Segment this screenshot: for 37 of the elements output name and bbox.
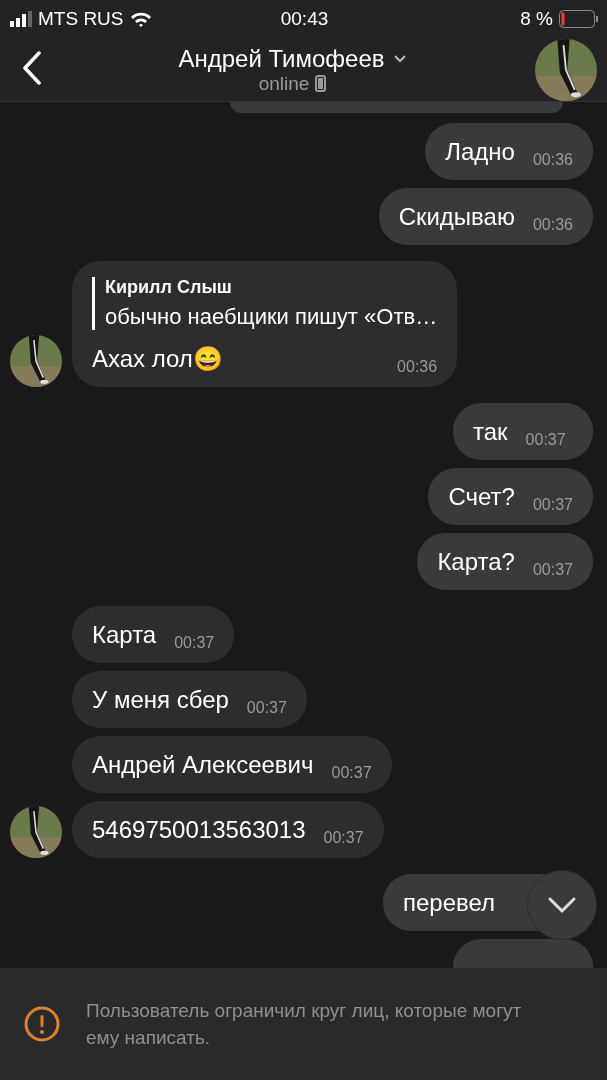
reply-author: Кирилл Слыш: [105, 277, 233, 298]
message-text: перевел: [403, 888, 496, 918]
wifi-icon: [129, 11, 152, 27]
message-text: Андрей Алексеевич: [92, 750, 314, 780]
message-text: Карта: [92, 620, 157, 650]
restriction-notice: Пользователь ограничил круг лиц, которые могут ему написать.: [86, 999, 523, 1050]
carrier-name: MTS RUS: [38, 8, 124, 30]
reply-text: обычно наебщики пишут «Отв…: [105, 304, 438, 330]
phone-icon: [315, 75, 327, 92]
message-time: 00:36: [532, 150, 573, 170]
battery-percent: 8 %: [520, 8, 553, 30]
battery-icon: [559, 10, 599, 28]
message-time: 00:37: [174, 633, 215, 653]
message-text: Ахах лол😄: [92, 344, 223, 374]
message-text: 5469750013563013: [92, 815, 306, 845]
clock-time: 00:43: [280, 8, 329, 30]
message-time: 00:37: [246, 698, 287, 718]
signal-icon: [10, 11, 32, 27]
contact-name[interactable]: Андрей Тимофеев: [178, 44, 385, 73]
message-text: Ладно: [445, 137, 515, 167]
message-time: 00:37: [331, 763, 372, 783]
back-icon: [22, 51, 42, 85]
message-time: 00:37: [323, 828, 364, 848]
message-text: У меня сбер: [92, 685, 229, 715]
message-time: 00:37: [532, 495, 573, 515]
message-time: 00:37: [525, 430, 566, 450]
message-time: 00:36: [397, 357, 438, 377]
message-text: Карта?: [437, 547, 515, 577]
online-status: online: [258, 72, 310, 95]
message-time: 00:37: [532, 560, 573, 580]
message-text: Скидываю: [398, 202, 515, 232]
warning-icon: [24, 1006, 60, 1042]
chevron-down-icon: [547, 896, 577, 914]
message-time: 00:36: [532, 215, 573, 235]
message-text: так: [473, 417, 508, 447]
message-text: Счет?: [448, 482, 515, 512]
chevron-down-icon[interactable]: [392, 54, 407, 63]
